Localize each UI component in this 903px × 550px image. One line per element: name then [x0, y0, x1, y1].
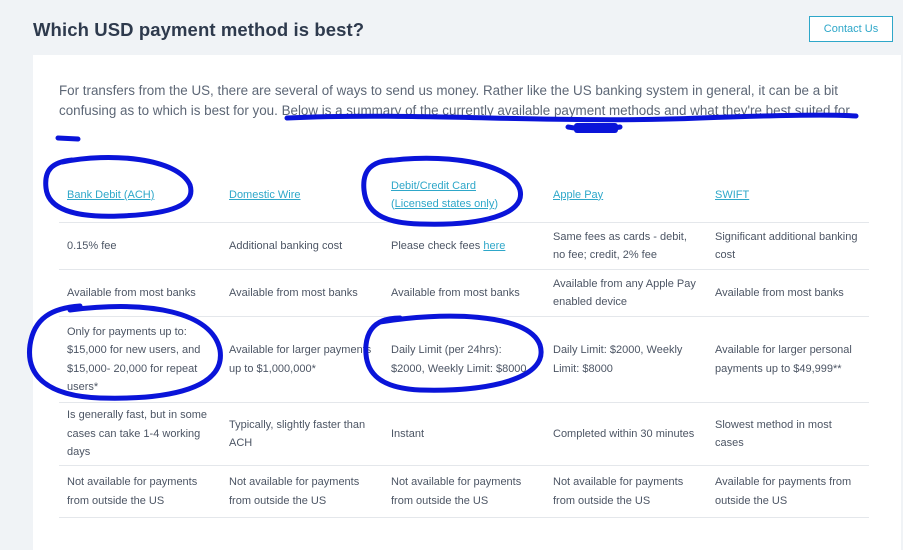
table-row: Only for payments up to: $15,000 for new…	[59, 316, 869, 403]
licensed-states-link[interactable]: Licensed states only	[395, 198, 495, 210]
table-cell: Not available for payments from outside …	[545, 465, 707, 518]
payment-methods-table: Bank Debit (ACH) Domestic Wire Debit/Cre…	[59, 168, 869, 518]
table-cell: Additional banking cost	[221, 222, 383, 270]
apple-pay-link[interactable]: Apple Pay	[553, 189, 603, 201]
table-cell: Same fees as cards - debit, no fee; cred…	[545, 222, 707, 270]
table-cell: Available from most banks	[59, 269, 221, 317]
page-header: Which USD payment method is best? Contac…	[0, 0, 903, 55]
bank-debit-ach-link[interactable]: Bank Debit (ACH)	[67, 189, 154, 201]
table-cell: Available for payments from outside the …	[707, 465, 869, 518]
column-header-swift: SWIFT	[707, 168, 869, 223]
table-cell: Available from most banks	[383, 269, 545, 317]
table-cell-text: Please check fees	[391, 239, 484, 252]
column-header-ach: Bank Debit (ACH)	[59, 168, 221, 223]
table-cell: Please check fees here	[383, 222, 545, 270]
table-cell: Not available for payments from outside …	[59, 465, 221, 518]
table-cell: Is generally fast, but in some cases can…	[59, 402, 221, 466]
swift-link[interactable]: SWIFT	[715, 189, 749, 201]
table-cell: Available from most banks	[221, 269, 383, 317]
table-row: Available from most banks Available from…	[59, 269, 869, 317]
table-cell: Significant additional banking cost	[707, 222, 869, 270]
domestic-wire-link[interactable]: Domestic Wire	[229, 189, 301, 201]
page-title: Which USD payment method is best?	[33, 19, 365, 40]
table-cell: Available from most banks	[707, 269, 869, 317]
table-cell: Slowest method in most cases	[707, 402, 869, 466]
table-cell: Typically, slightly faster than ACH	[221, 402, 383, 466]
table-cell: Completed within 30 minutes	[545, 402, 707, 466]
fees-link[interactable]: here	[483, 240, 505, 252]
table-cell: Instant	[383, 402, 545, 466]
table-cell: Available for larger payments up to $1,0…	[221, 316, 383, 403]
column-header-apple-pay: Apple Pay	[545, 168, 707, 223]
table-cell: Available from any Apple Pay enabled dev…	[545, 269, 707, 317]
column-header-card: Debit/Credit Card (Licensed states only)	[383, 168, 545, 223]
table-cell: 0.15% fee	[59, 222, 221, 270]
table-header-row: Bank Debit (ACH) Domestic Wire Debit/Cre…	[59, 168, 869, 223]
table-row: Is generally fast, but in some cases can…	[59, 402, 869, 466]
table-cell: Available for larger personal payments u…	[707, 316, 869, 403]
table-cell: Daily Limit (per 24hrs): $2000, Weekly L…	[383, 316, 545, 403]
table-cell: Only for payments up to: $15,000 for new…	[59, 316, 221, 403]
debit-credit-card-link[interactable]: Debit/Credit Card	[391, 180, 476, 192]
column-header-wire: Domestic Wire	[221, 168, 383, 223]
intro-paragraph: For transfers from the US, there are sev…	[59, 81, 859, 121]
table-row: 0.15% fee Additional banking cost Please…	[59, 222, 869, 270]
contact-us-button[interactable]: Contact Us	[809, 16, 893, 42]
intro-highlighted-text: Below is a summary of the currently avai…	[281, 103, 853, 118]
table-cell: Not available for payments from outside …	[383, 465, 545, 518]
table-cell: Daily Limit: $2000, Weekly Limit: $8000	[545, 316, 707, 403]
table-cell: Not available for payments from outside …	[221, 465, 383, 518]
table-row: Not available for payments from outside …	[59, 465, 869, 518]
